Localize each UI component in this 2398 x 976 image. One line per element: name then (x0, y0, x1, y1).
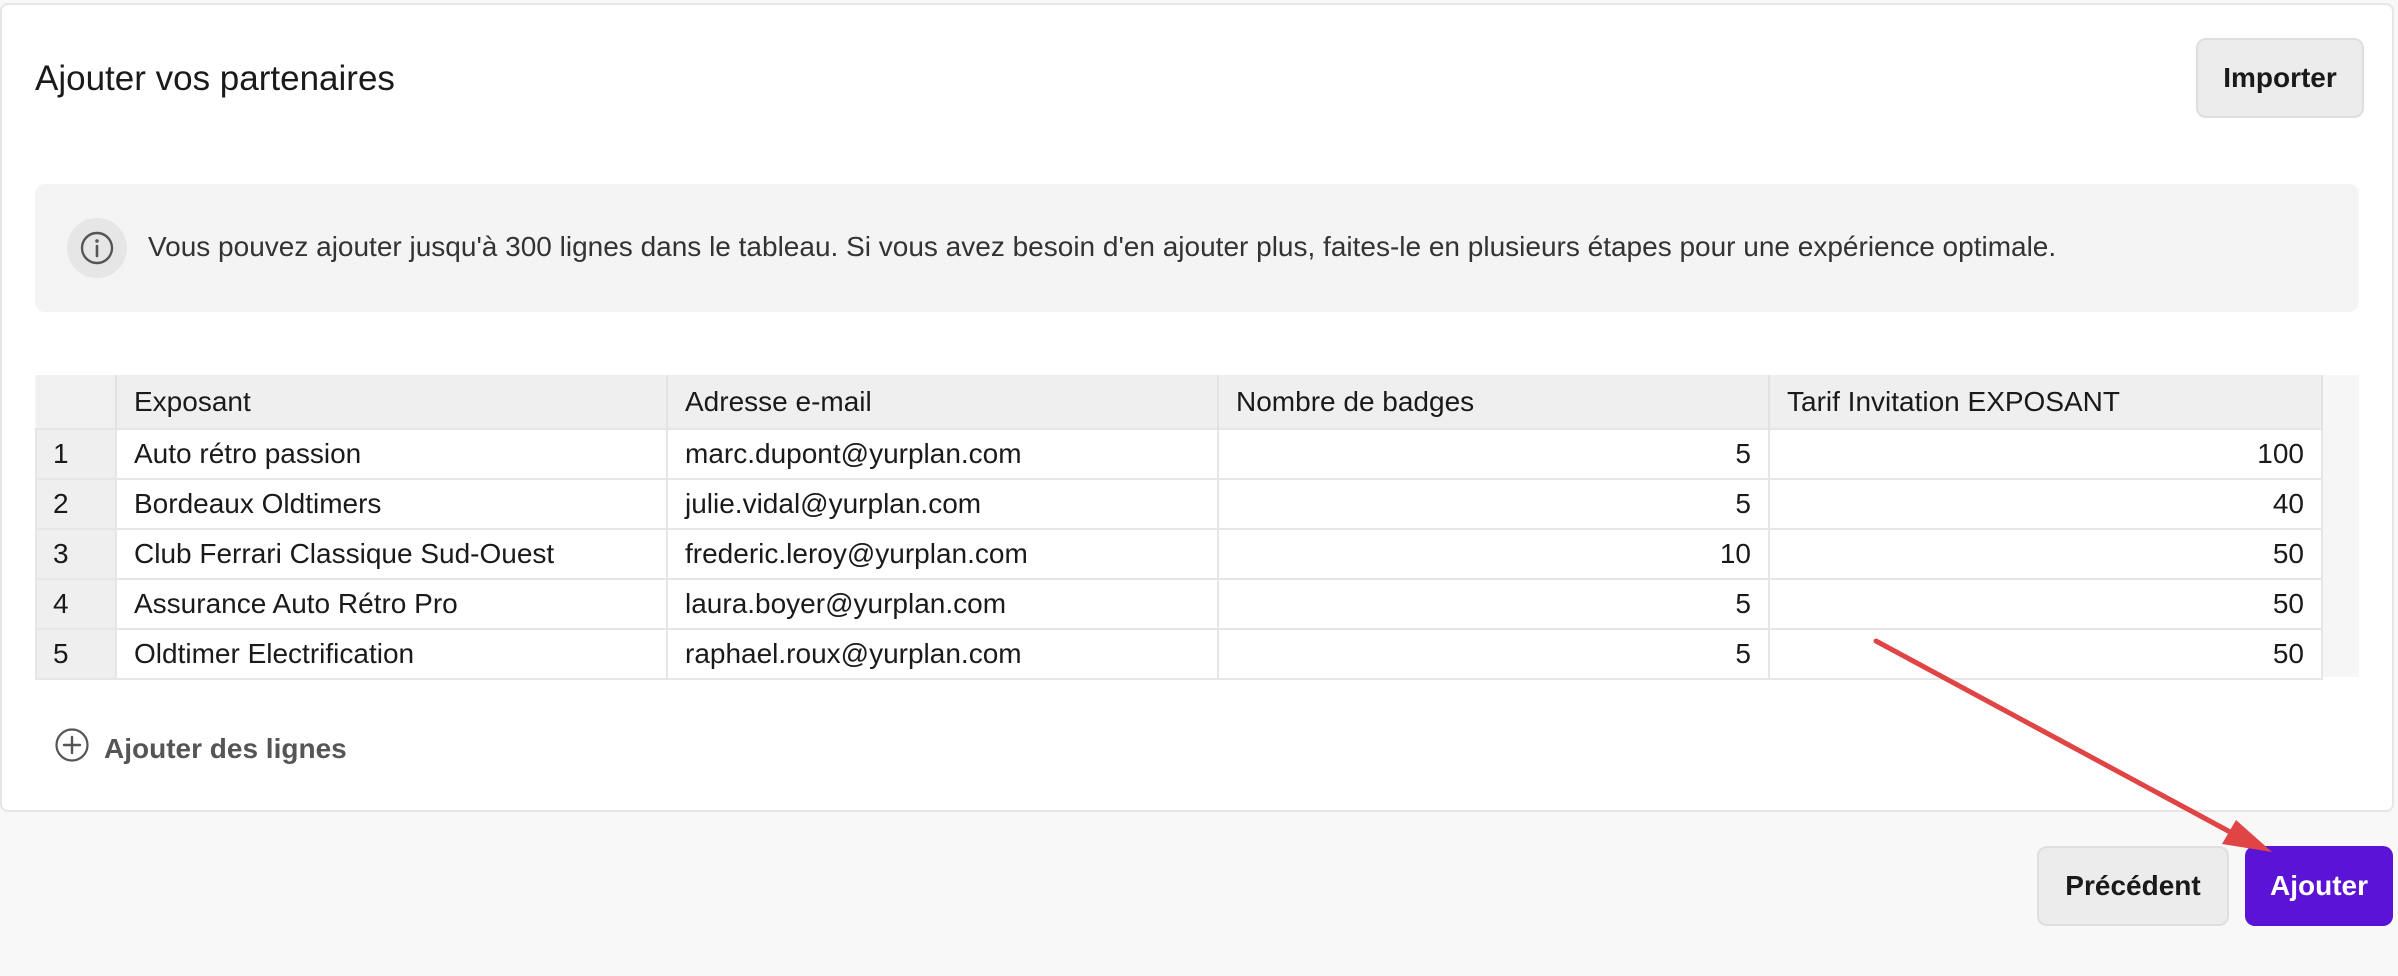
cell-email[interactable]: julie.vidal@yurplan.com (666, 478, 1219, 530)
cell-exposant[interactable]: Auto rétro passion (115, 428, 668, 480)
cell-email[interactable]: frederic.leroy@yurplan.com (666, 528, 1219, 580)
cell-tarif[interactable]: 50 (1768, 628, 2323, 680)
row-index: 4 (35, 578, 117, 630)
cell-email[interactable]: raphael.roux@yurplan.com (666, 628, 1219, 680)
column-header-badges[interactable]: Nombre de badges (1218, 375, 1770, 430)
cell-badges[interactable]: 5 (1217, 428, 1770, 480)
row-index: 2 (35, 478, 117, 530)
table-row: 1 Auto rétro passion marc.dupont@yurplan… (35, 428, 2323, 480)
row-index: 1 (35, 428, 117, 480)
plus-circle-icon (54, 727, 90, 770)
table-row: 3 Club Ferrari Classique Sud-Ouest frede… (35, 528, 2323, 580)
row-index: 3 (35, 528, 117, 580)
cell-exposant[interactable]: Club Ferrari Classique Sud-Ouest (115, 528, 668, 580)
info-text: Vous pouvez ajouter jusqu'à 300 lignes d… (148, 231, 2057, 262)
cell-badges[interactable]: 5 (1217, 478, 1770, 530)
column-header-exposant[interactable]: Exposant (116, 375, 668, 430)
partners-table: Exposant Adresse e-mail Nombre de badges… (35, 375, 2323, 680)
cell-tarif[interactable]: 100 (1768, 428, 2323, 480)
add-rows-button[interactable]: Ajouter des lignes (54, 727, 347, 770)
cell-exposant[interactable]: Assurance Auto Rétro Pro (115, 578, 668, 630)
table-row: 2 Bordeaux Oldtimers julie.vidal@yurplan… (35, 478, 2323, 530)
info-icon (67, 218, 127, 278)
table-header-row: Exposant Adresse e-mail Nombre de badges… (36, 375, 2323, 430)
cell-tarif[interactable]: 40 (1768, 478, 2323, 530)
add-rows-label: Ajouter des lignes (104, 732, 347, 764)
cell-exposant[interactable]: Oldtimer Electrification (115, 628, 668, 680)
table-row: 4 Assurance Auto Rétro Pro laura.boyer@y… (35, 578, 2323, 630)
cell-badges[interactable]: 10 (1217, 528, 1770, 580)
cell-tarif[interactable]: 50 (1768, 528, 2323, 580)
cell-email[interactable]: marc.dupont@yurplan.com (666, 428, 1219, 480)
partners-card: Ajouter vos partenaires Importer Vous po… (0, 3, 2394, 812)
cell-badges[interactable]: 5 (1217, 628, 1770, 680)
cell-exposant[interactable]: Bordeaux Oldtimers (115, 478, 668, 530)
page-title: Ajouter vos partenaires (35, 59, 395, 98)
cell-badges[interactable]: 5 (1217, 578, 1770, 630)
info-banner: Vous pouvez ajouter jusqu'à 300 lignes d… (35, 184, 2359, 312)
row-index: 5 (35, 628, 117, 680)
column-header-email[interactable]: Adresse e-mail (667, 375, 1219, 430)
cell-tarif[interactable]: 50 (1768, 578, 2323, 630)
previous-button[interactable]: Précédent (2037, 846, 2229, 926)
partners-grid: Exposant Adresse e-mail Nombre de badges… (35, 375, 2359, 680)
column-header-tarif[interactable]: Tarif Invitation EXPOSANT (1769, 375, 2323, 430)
add-button[interactable]: Ajouter (2245, 846, 2393, 926)
row-index-header (36, 375, 117, 430)
cell-email[interactable]: laura.boyer@yurplan.com (666, 578, 1219, 630)
import-button[interactable]: Importer (2196, 38, 2364, 118)
table-row: 5 Oldtimer Electrification raphael.roux@… (35, 628, 2323, 680)
